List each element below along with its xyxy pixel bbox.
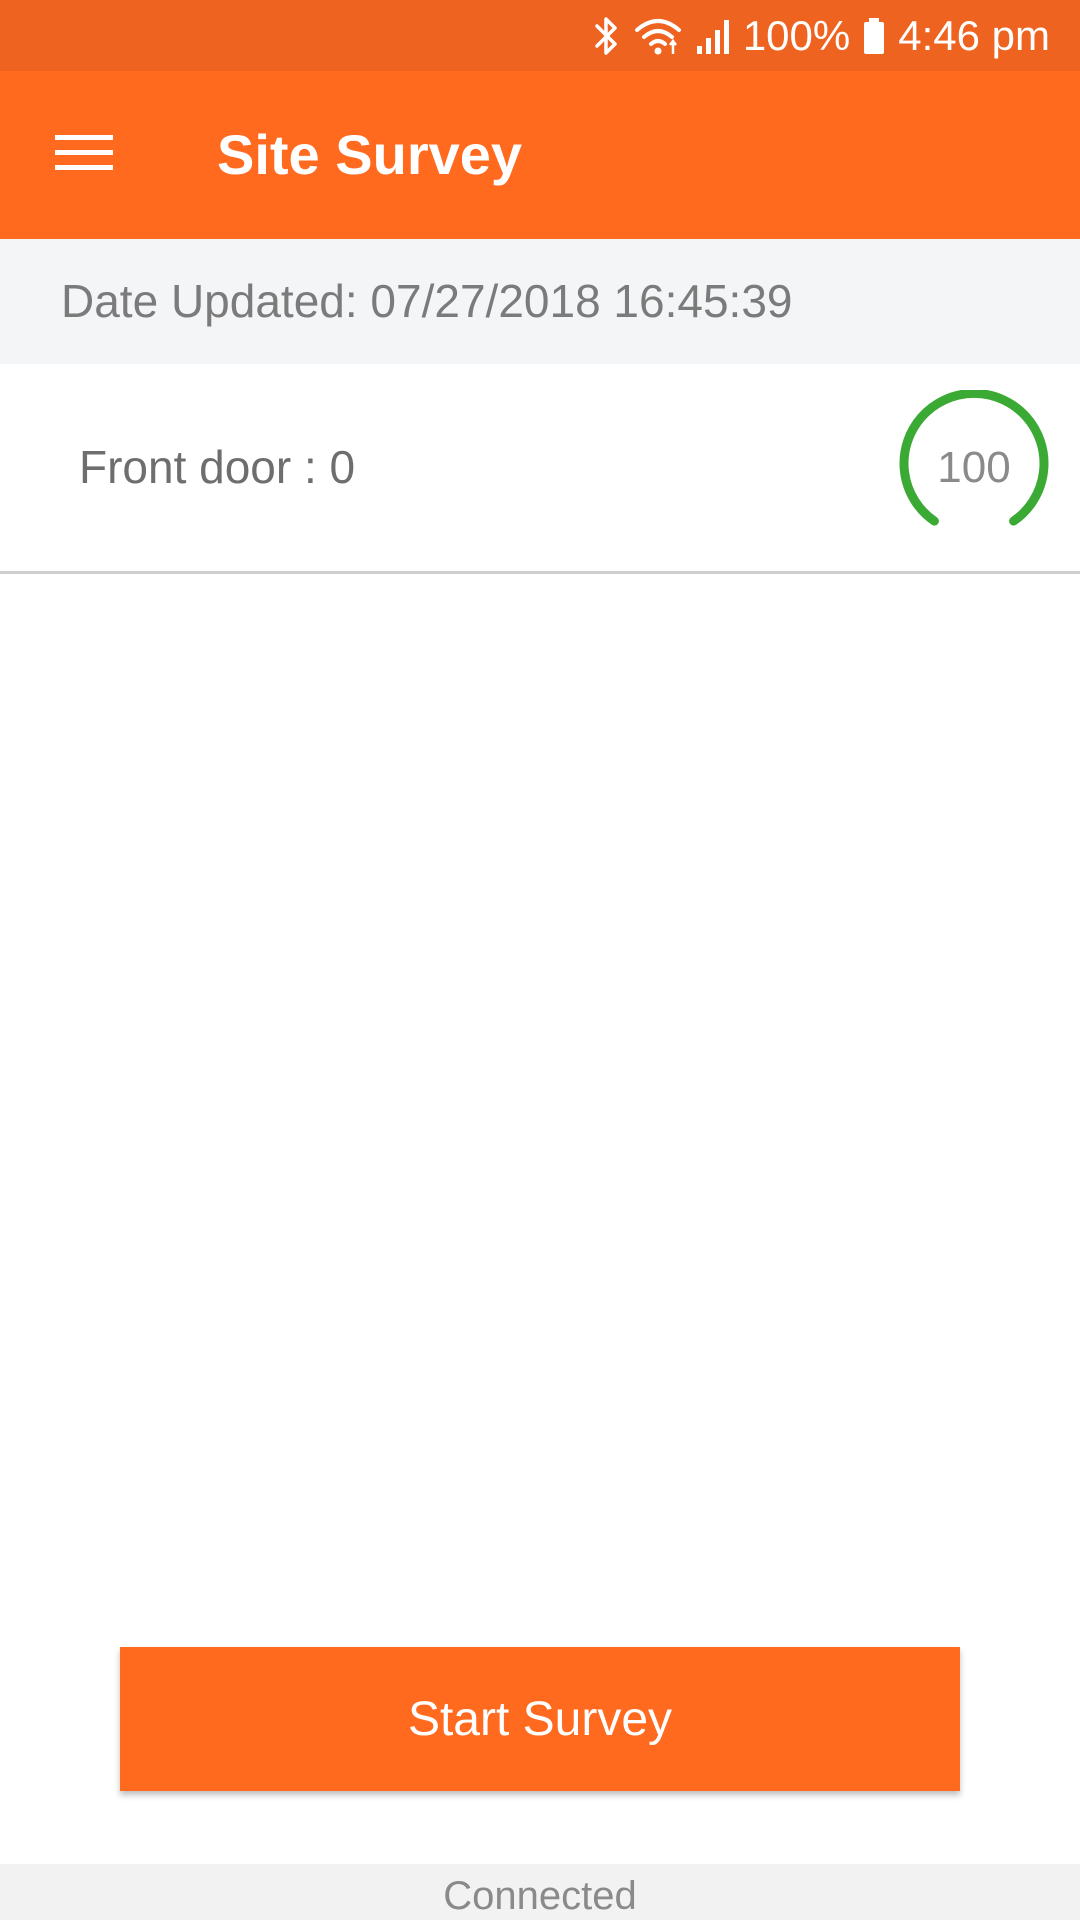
gauge-value: 100 xyxy=(937,443,1011,492)
status-time: 4:46 pm xyxy=(898,11,1050,59)
signal-gauge: 100 xyxy=(896,390,1052,546)
survey-item-label: Front door : 0 xyxy=(79,441,356,493)
date-updated-text: Date Updated: 07/27/2018 16:45:39 xyxy=(61,275,793,327)
battery-percent: 100% xyxy=(742,11,851,59)
menu-button[interactable] xyxy=(40,111,128,199)
bluetooth-icon xyxy=(593,14,621,58)
wifi-icon xyxy=(633,14,683,58)
app-bar: Site Survey xyxy=(0,71,1080,239)
connection-status-text: Connected xyxy=(443,1874,637,1918)
battery-icon xyxy=(862,14,886,58)
connection-status-bar: Connected xyxy=(0,1864,1080,1920)
hamburger-menu-icon xyxy=(55,131,113,180)
page-title: Site Survey xyxy=(217,123,523,186)
start-survey-button[interactable]: Start Survey xyxy=(120,1647,960,1791)
survey-item-front-door[interactable]: Front door : 0 100 xyxy=(0,364,1080,574)
signal-icon xyxy=(695,14,731,58)
status-icons: 100% 4:46 pm xyxy=(593,0,1050,71)
status-bar: 100% 4:46 pm xyxy=(0,0,1080,71)
date-updated-bar: Date Updated: 07/27/2018 16:45:39 xyxy=(0,239,1080,364)
